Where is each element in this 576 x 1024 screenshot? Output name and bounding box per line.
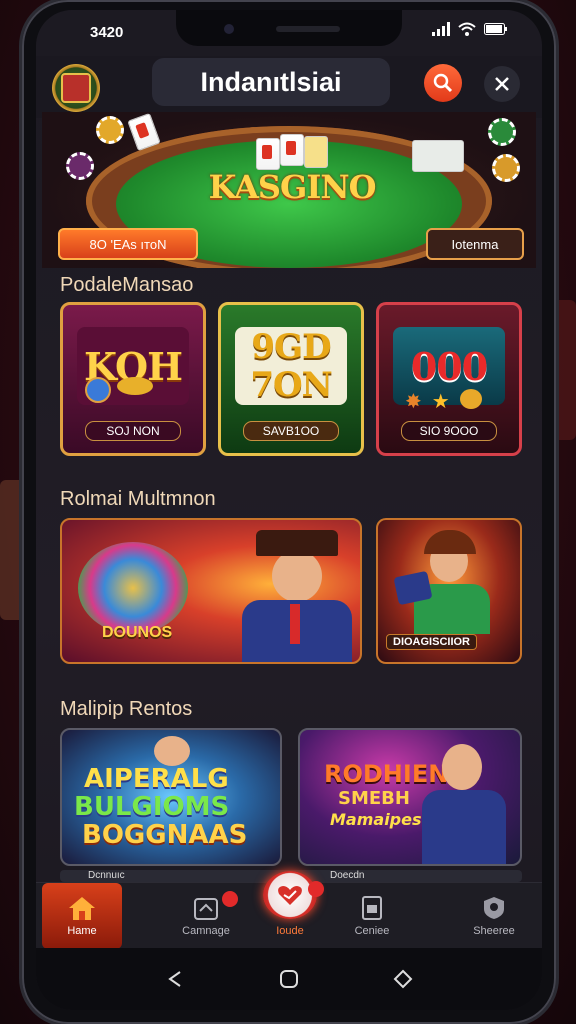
promo-label: DIOAGISCIIOR — [386, 634, 478, 650]
coin-icon — [117, 377, 153, 395]
chip-icon — [96, 116, 124, 144]
chip-icon — [66, 152, 94, 180]
title-pill: Indanıtlsiai — [152, 58, 390, 106]
nav-label: Sheeree — [473, 925, 515, 937]
peek-label: Doecdn — [330, 870, 365, 881]
shield-icon — [484, 897, 504, 919]
character-face — [272, 550, 322, 602]
game-icons-cluster — [78, 542, 188, 634]
hero-title: KASGINO — [208, 168, 377, 206]
featured-game-card[interactable]: AIPERALG BULGIOMS BOGGNAAS — [60, 728, 282, 866]
hat-graphic — [256, 530, 338, 556]
character-face — [154, 736, 190, 766]
suit-graphic — [422, 790, 506, 864]
promo-label: DOUNOS — [102, 624, 173, 641]
section-title-promos: Rolmai Multmnon — [60, 488, 216, 510]
star-icon: ★ — [431, 391, 450, 413]
section-title-slots: PodaleMansao — [60, 274, 194, 296]
heart-icon — [278, 886, 302, 905]
status-time: 3420 — [90, 24, 124, 41]
peek-label: Dcnnuıc — [88, 870, 125, 881]
nav-label: Ioude — [276, 925, 304, 937]
hero-secondary-button[interactable]: Iotenma — [426, 228, 524, 260]
battery-icon — [484, 23, 507, 35]
playing-card — [280, 134, 304, 166]
home-icon — [69, 897, 95, 920]
playing-card — [256, 138, 280, 170]
app-title: Indanıtlsiai — [200, 66, 342, 97]
featured-title-line: BOGGNAAS — [82, 820, 248, 850]
section-title-featured: Malipip Rentos — [60, 698, 193, 720]
nav-carries[interactable]: Ceniee — [332, 883, 412, 949]
slot-card[interactable]: 000 ✸ ★ SIO 9OOO — [376, 302, 522, 456]
home-circle-icon — [280, 970, 298, 988]
app-logo[interactable] — [52, 64, 100, 112]
signal-icon — [432, 22, 450, 36]
coin-icon — [85, 377, 111, 403]
nav-shoes[interactable]: Sheeree — [454, 883, 534, 949]
games-icon — [194, 898, 218, 920]
hero-primary-button[interactable]: 8O 'EAs ıтоN — [58, 228, 198, 260]
notification-badge — [308, 881, 324, 897]
character-face — [442, 744, 482, 790]
card-stack — [412, 140, 464, 172]
featured-title-line: AIPERALG — [84, 764, 229, 794]
document-icon — [362, 896, 382, 920]
phone-frame: 3420 Indanıtlsiai KASGINO 8O 'EAs ıтоN I… — [22, 0, 556, 1024]
promo-card[interactable]: DOUNOS — [60, 518, 362, 664]
coin-icon — [459, 389, 482, 409]
slot-price: SOJ NON — [85, 421, 181, 441]
close-icon — [495, 77, 509, 91]
system-navigation-bar — [36, 948, 542, 1010]
search-icon — [433, 73, 453, 93]
back-icon — [168, 971, 181, 987]
slot-card[interactable]: KOH SOJ NON — [60, 302, 206, 456]
app-screen: 3420 Indanıtlsiai KASGINO 8O 'EAs ıтоN I… — [36, 10, 542, 1010]
featured-title-line: SMEBH — [338, 788, 410, 809]
tie-graphic — [290, 604, 300, 644]
recents-icon — [393, 969, 413, 989]
hair-graphic — [424, 530, 476, 554]
app-header: Indanıtlsiai — [36, 56, 542, 118]
bottom-navigation: Hame Camnage Ioude Ceniee Sheeree — [36, 871, 542, 949]
wifi-icon — [458, 22, 476, 36]
playing-card — [304, 136, 328, 168]
leaf-icon: ✸ — [405, 391, 422, 413]
slot-label: 7ON — [250, 365, 332, 405]
slot-label: 9GD — [251, 327, 331, 367]
nav-label: Camnage — [182, 925, 230, 937]
system-recents-button[interactable] — [390, 966, 416, 992]
featured-title-line: RODHIEN — [324, 760, 449, 788]
slot-label: 000 — [410, 343, 488, 389]
system-back-button[interactable] — [162, 966, 188, 992]
nav-label: Ceniee — [354, 925, 390, 937]
slot-price: SIO 9OOO — [401, 421, 497, 441]
nav-center[interactable]: Ioude — [250, 871, 330, 937]
system-home-button[interactable] — [276, 966, 302, 992]
slot-price: SAVB1OO — [243, 421, 339, 441]
chip-icon — [492, 154, 520, 182]
nav-games[interactable]: Camnage — [166, 883, 246, 949]
featured-title-line: BULGIOMS — [74, 792, 230, 822]
center-action-button[interactable] — [263, 871, 317, 919]
nav-label: Hame — [67, 925, 97, 937]
promo-card[interactable]: DIOAGISCIIOR — [376, 518, 522, 664]
slot-face: 9GD 7ON — [235, 327, 347, 405]
notification-badge — [222, 891, 238, 907]
chip-icon — [488, 118, 516, 146]
hero-banner[interactable]: KASGINO 8O 'EAs ıтоN Iotenma — [42, 112, 536, 268]
status-icons — [432, 22, 508, 36]
slot-card[interactable]: 9GD 7ON SAVB1OO — [218, 302, 364, 456]
featured-title-line: Mamaipes — [330, 810, 422, 829]
close-button[interactable] — [484, 66, 520, 102]
camera-notch — [176, 10, 402, 46]
nav-home[interactable]: Hame — [42, 883, 122, 949]
search-button[interactable] — [424, 64, 462, 102]
featured-game-card[interactable]: RODHIEN SMEBH Mamaipes — [298, 728, 522, 866]
